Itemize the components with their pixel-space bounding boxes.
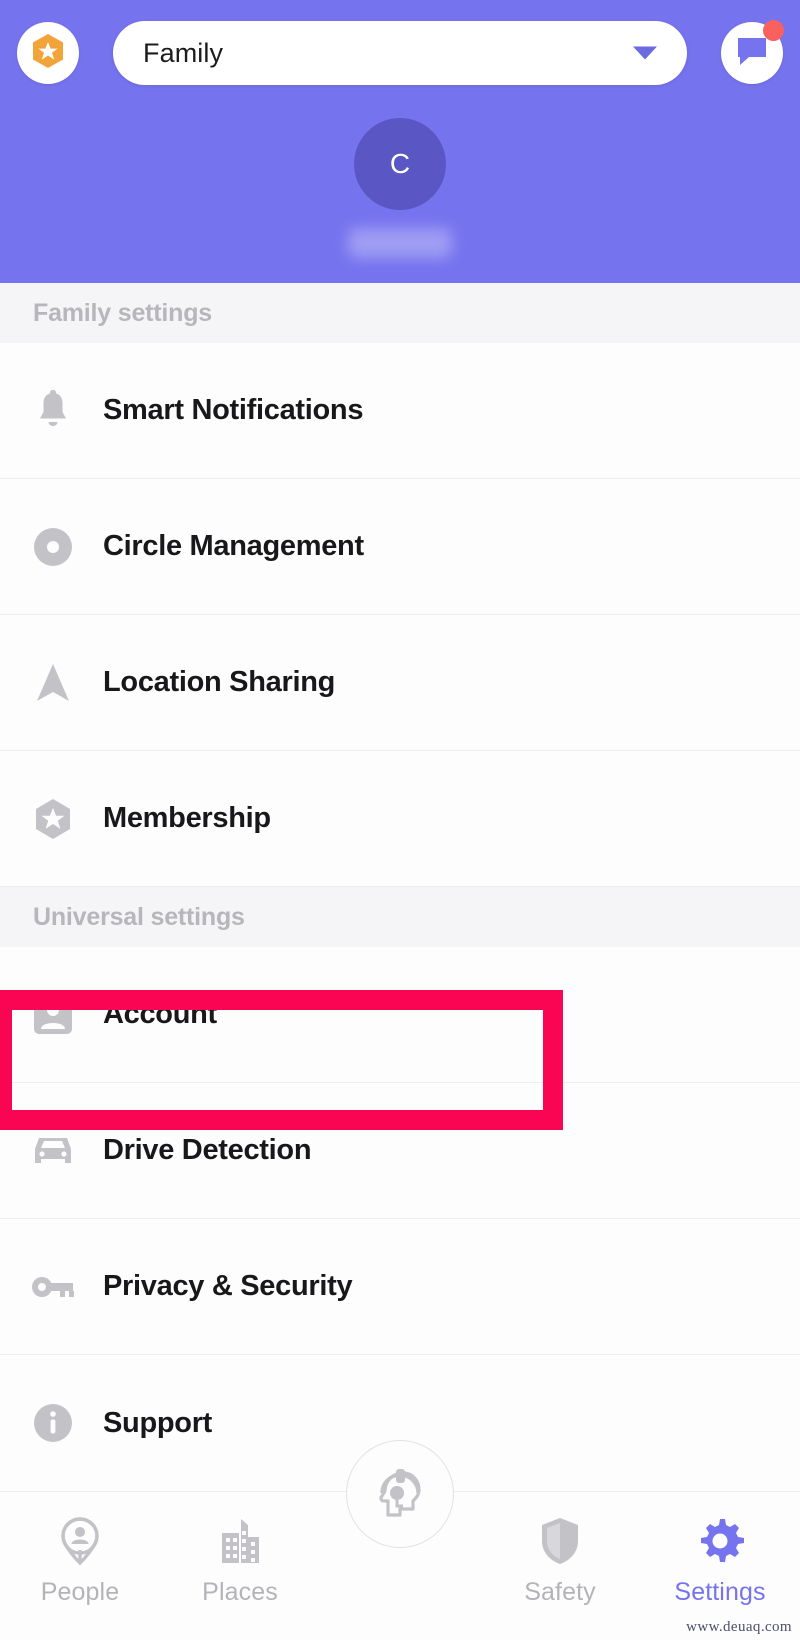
membership-badge-button[interactable] bbox=[17, 22, 79, 84]
key-icon bbox=[25, 1259, 81, 1315]
car-icon bbox=[25, 1123, 81, 1179]
section-header-universal-settings: Universal settings bbox=[0, 887, 800, 947]
info-circle-icon bbox=[25, 1395, 81, 1451]
section-header-family-settings: Family settings bbox=[0, 283, 800, 343]
settings-row-label: Location Sharing bbox=[103, 666, 336, 698]
navigation-arrow-icon bbox=[25, 655, 81, 711]
settings-row-label: Support bbox=[103, 1406, 213, 1439]
settings-row-location-sharing[interactable]: Location Sharing bbox=[0, 615, 800, 751]
avatar[interactable]: C bbox=[354, 118, 446, 210]
settings-row-label: Smart Notifications bbox=[103, 394, 364, 426]
shield-icon bbox=[539, 1514, 581, 1568]
unread-badge bbox=[763, 20, 784, 41]
settings-row-circle-management[interactable]: Circle Management bbox=[0, 479, 800, 615]
nav-tab-settings[interactable]: Settings bbox=[640, 1492, 800, 1607]
nav-tab-safety[interactable]: Safety bbox=[480, 1492, 640, 1607]
app-header: Family C bbox=[0, 0, 800, 283]
nav-tab-label: Safety bbox=[524, 1578, 596, 1606]
header-toolbar: Family bbox=[0, 18, 800, 88]
hexagon-star-icon bbox=[31, 33, 65, 74]
profile-summary[interactable]: C bbox=[0, 118, 800, 258]
nav-tab-label: People bbox=[40, 1578, 120, 1606]
chevron-down-icon bbox=[633, 46, 657, 60]
settings-row-account[interactable]: Account bbox=[0, 947, 800, 1083]
settings-row-label: Drive Detection bbox=[103, 1134, 312, 1166]
nav-tab-label: Places bbox=[202, 1578, 278, 1606]
settings-row-drive-detection[interactable]: Drive Detection bbox=[0, 1083, 800, 1219]
nav-tab-label: Settings bbox=[674, 1578, 766, 1606]
nav-tab-places[interactable]: Places bbox=[160, 1492, 320, 1607]
circle-selector-dropdown[interactable]: Family bbox=[113, 21, 687, 85]
settings-row-label: Membership bbox=[103, 802, 271, 834]
site-watermark: www.deuaq.com bbox=[686, 1619, 792, 1635]
nav-tab-people[interactable]: People bbox=[0, 1492, 160, 1607]
profile-name-redacted bbox=[348, 228, 452, 258]
avatar-initial: C bbox=[389, 148, 411, 179]
settings-row-privacy-security[interactable]: Privacy & Security bbox=[0, 1219, 800, 1355]
chat-bubble-icon bbox=[735, 35, 769, 72]
hexagon-star-icon bbox=[25, 791, 81, 847]
family-settings-list: Smart Notifications Circle Management Lo… bbox=[0, 343, 800, 887]
bottom-navigation-bar: People Places Safety Settings www.deuaq.… bbox=[0, 1440, 800, 1640]
settings-row-label: Circle Management bbox=[103, 530, 364, 562]
sos-headset-head-icon bbox=[369, 1461, 431, 1528]
map-pin-person-icon bbox=[58, 1514, 102, 1568]
sos-center-button[interactable] bbox=[346, 1440, 454, 1548]
settings-row-label: Account bbox=[103, 998, 217, 1030]
circle-selector-value: Family bbox=[143, 37, 224, 68]
settings-row-smart-notifications[interactable]: Smart Notifications bbox=[0, 343, 800, 479]
settings-screen: Family C Family settings Smart Notificat… bbox=[0, 0, 800, 1640]
messages-button[interactable] bbox=[721, 20, 784, 84]
settings-row-label: Privacy & Security bbox=[103, 1270, 353, 1302]
bell-icon bbox=[25, 383, 81, 439]
person-card-icon bbox=[25, 987, 81, 1043]
settings-row-membership[interactable]: Membership bbox=[0, 751, 800, 887]
circle-dot-icon bbox=[25, 519, 81, 575]
universal-settings-list: Account Drive Detection Privacy & Securi… bbox=[0, 947, 800, 1491]
gear-icon bbox=[696, 1514, 744, 1568]
buildings-icon bbox=[216, 1514, 264, 1568]
